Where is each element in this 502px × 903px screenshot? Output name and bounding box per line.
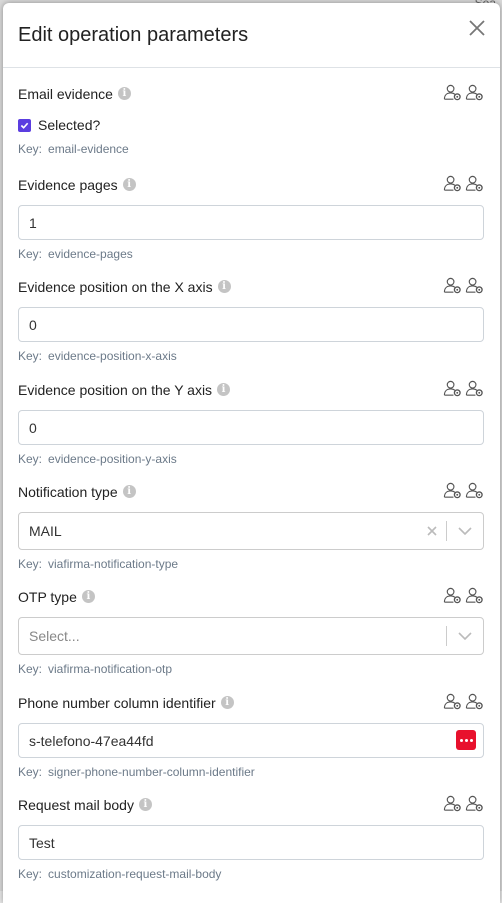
field-label: Notification type (18, 484, 118, 500)
field-label: Evidence pages (18, 177, 118, 193)
field-label: Evidence position on the Y axis (18, 382, 212, 398)
field-evidence-pages: Evidence pages i 1 Key:evidence-pages (18, 176, 484, 261)
key-row: Key:evidence-position-x-axis (18, 349, 484, 363)
chevron-down-icon[interactable] (447, 513, 483, 549)
info-icon[interactable]: i (218, 280, 231, 293)
edit-parameters-modal: Edit operation parameters Email evidence… (3, 3, 500, 903)
key-row: Key:email-evidence (18, 142, 484, 156)
user-gear-icon[interactable] (443, 692, 462, 711)
user-gear-icon[interactable] (443, 379, 462, 398)
info-icon[interactable]: i (123, 485, 136, 498)
field-label: Email evidence (18, 86, 113, 102)
modal-title: Edit operation parameters (18, 24, 248, 47)
user-gear-icon[interactable] (443, 481, 462, 500)
evidence-pages-input[interactable]: 1 (18, 205, 484, 240)
selected-checkbox[interactable] (18, 119, 31, 132)
info-icon[interactable]: i (217, 383, 230, 396)
field-otp-type: OTP type i Select... Key:viafirma-notific… (18, 588, 484, 676)
field-label: Phone number column identifier (18, 695, 216, 711)
selected-checkbox-row[interactable]: Selected? (18, 115, 484, 135)
field-notification-type: Notification type i MAIL Key:viafirma-not… (18, 483, 484, 571)
info-icon[interactable]: i (123, 178, 136, 191)
field-label: Evidence position on the X axis (18, 279, 213, 295)
field-label: OTP type (18, 589, 77, 605)
field-email-evidence: Email evidence i Selected? Key:email-evid… (18, 85, 484, 156)
check-icon (20, 121, 29, 130)
info-icon[interactable]: i (82, 590, 95, 603)
otp-type-select[interactable]: Select... (18, 617, 484, 655)
user-gear-icon[interactable] (465, 276, 484, 295)
info-icon[interactable]: i (139, 798, 152, 811)
user-gear-icon[interactable] (465, 174, 484, 193)
key-row: Key:viafirma-notification-otp (18, 662, 484, 676)
notification-type-select[interactable]: MAIL (18, 512, 484, 550)
info-icon[interactable]: i (118, 87, 131, 100)
request-mail-body-input[interactable]: Test (18, 825, 484, 860)
field-label: Request mail body (18, 797, 134, 813)
chevron-down-icon[interactable] (447, 618, 483, 654)
user-gear-icon[interactable] (465, 794, 484, 813)
key-row: Key:evidence-pages (18, 247, 484, 261)
user-gear-icon[interactable] (443, 83, 462, 102)
user-gear-icon[interactable] (465, 481, 484, 500)
modal-header: Edit operation parameters (3, 3, 500, 68)
key-row: Key:viafirma-notification-type (18, 557, 484, 571)
user-gear-icon[interactable] (465, 692, 484, 711)
user-gear-icon[interactable] (443, 794, 462, 813)
key-row: Key:evidence-position-y-axis (18, 452, 484, 466)
key-row: Key:customization-request-mail-body (18, 867, 484, 881)
user-gear-icon[interactable] (443, 586, 462, 605)
user-gear-icon[interactable] (443, 276, 462, 295)
evidence-position-y-input[interactable]: 0 (18, 410, 484, 445)
info-icon[interactable]: i (221, 696, 234, 709)
phone-number-column-input[interactable]: s-telefono-47ea44fd (18, 723, 484, 758)
user-gear-icon[interactable] (443, 174, 462, 193)
evidence-position-x-input[interactable]: 0 (18, 307, 484, 342)
field-evidence-position-y: Evidence position on the Y axis i 0 Key:e… (18, 381, 484, 466)
close-icon (468, 19, 486, 37)
key-row: Key:signer-phone-number-column-identifie… (18, 765, 484, 779)
user-gear-icon[interactable] (465, 379, 484, 398)
field-request-mail-body: Request mail body i Test Key:customizatio… (18, 796, 484, 881)
field-phone-number-column: Phone number column identifier i s-telefo… (18, 694, 484, 779)
checkbox-label: Selected? (38, 117, 100, 133)
more-dots-icon[interactable] (456, 730, 476, 750)
user-gear-icon[interactable] (465, 586, 484, 605)
close-button[interactable] (468, 19, 486, 37)
clear-icon[interactable] (418, 513, 446, 549)
field-evidence-position-x: Evidence position on the X axis i 0 Key:e… (18, 278, 484, 363)
user-gear-icon[interactable] (465, 83, 484, 102)
